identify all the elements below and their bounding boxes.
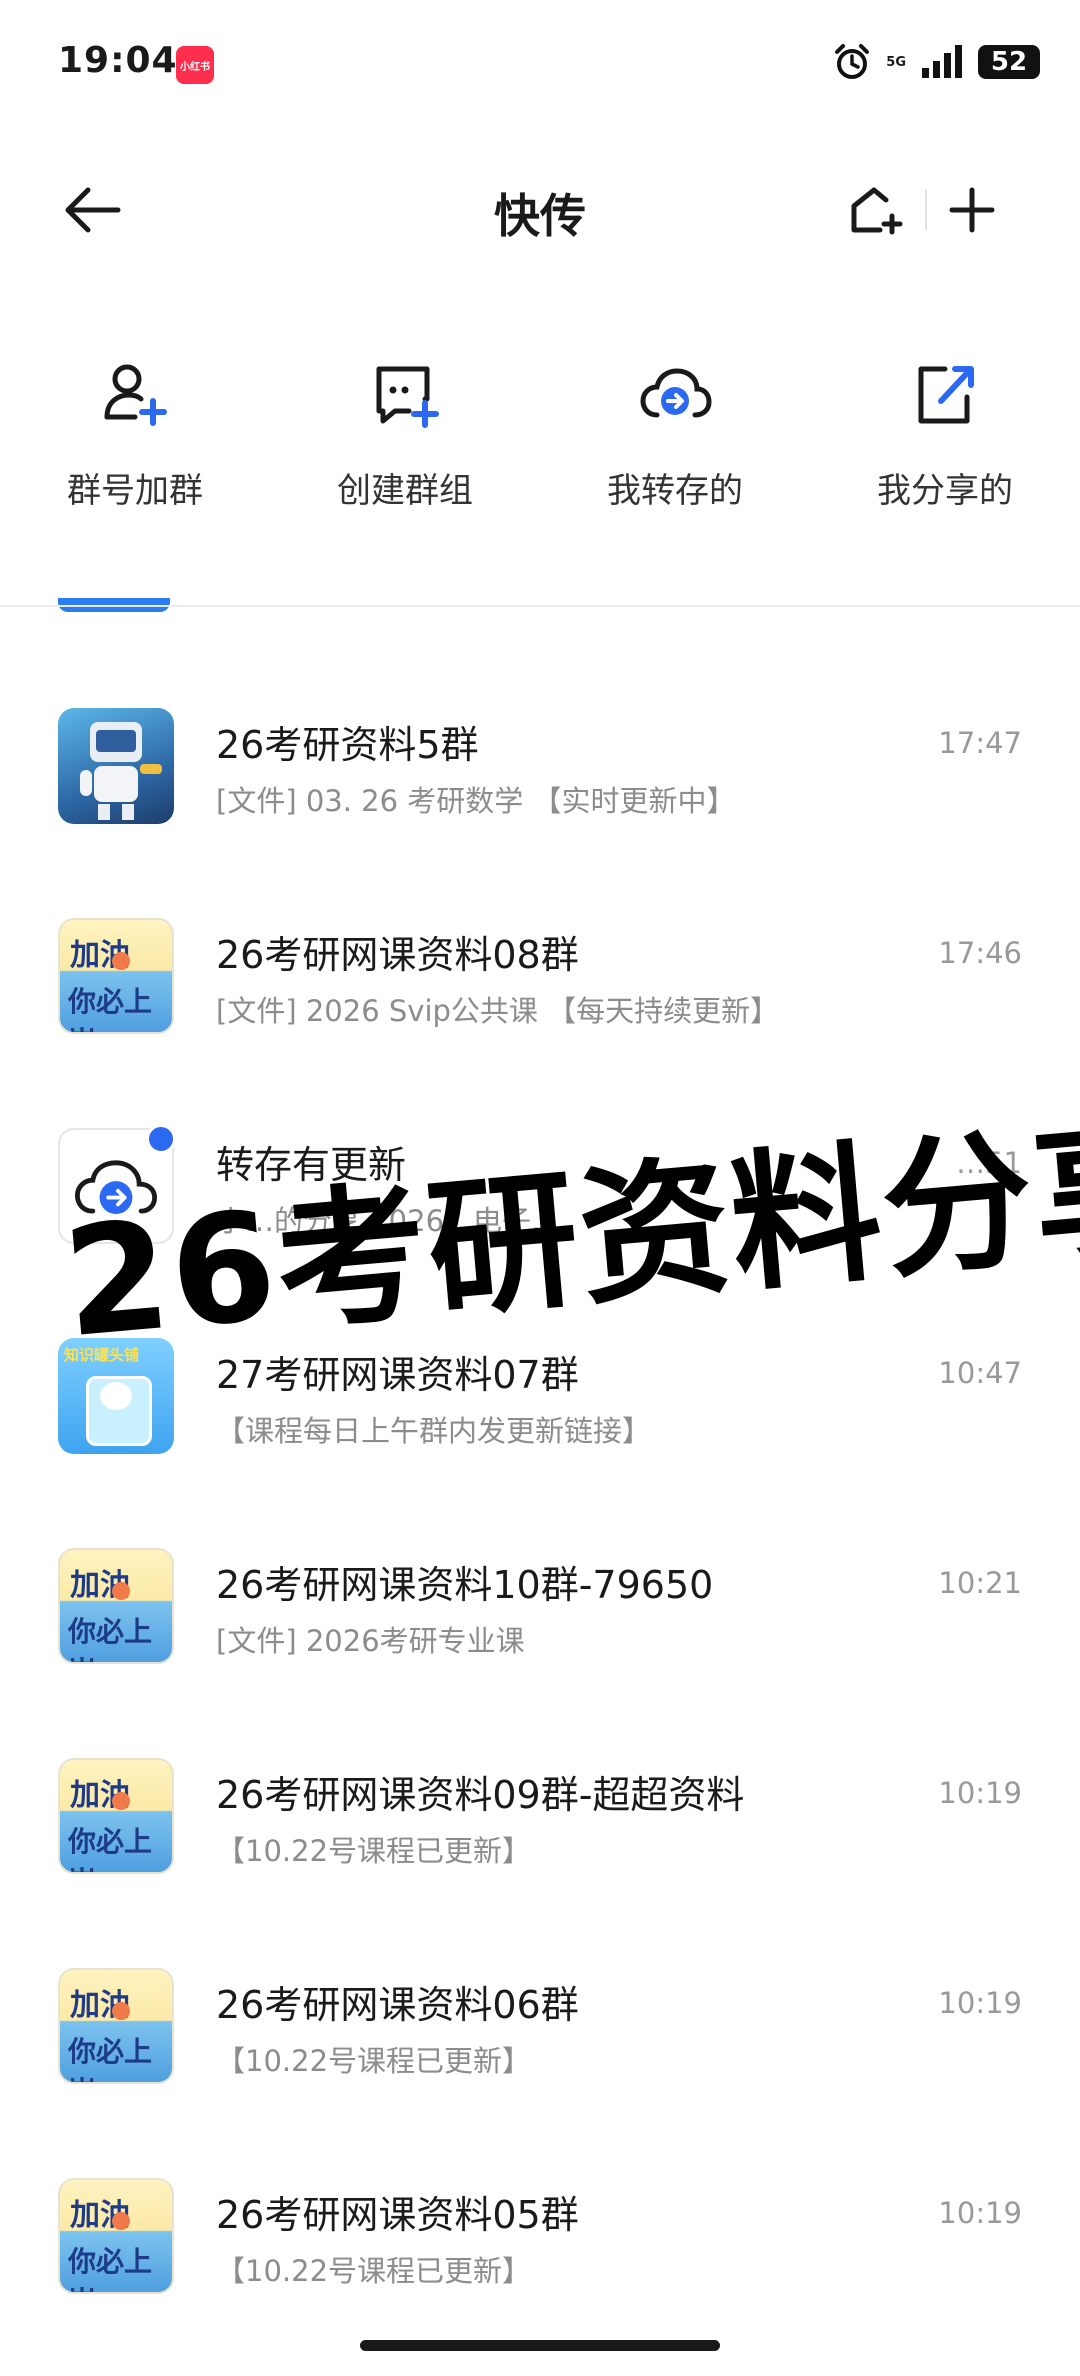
- sun-icon: [112, 2002, 130, 2020]
- action-label: 我转存的: [607, 471, 743, 511]
- status-icons: 5G 52: [832, 40, 1040, 84]
- item-time: 10:19: [938, 1776, 1022, 1810]
- action-my-shared[interactable]: 我分享的: [810, 355, 1080, 535]
- header-divider: [925, 190, 927, 230]
- item-subtitle: [文件] 03. 26 考研数学 【实时更新中】: [216, 784, 736, 818]
- item-subtitle: 【10.22号课程已更新】: [216, 2254, 532, 2288]
- item-time: 10:19: [938, 1986, 1022, 2020]
- avatar-text: 你必上岸: [68, 1615, 153, 1662]
- create-group-chat-icon: [376, 366, 439, 428]
- item-title: 26考研网课资料10群-79650: [216, 1563, 714, 1607]
- avatar-text: 你必上岸: [68, 2245, 153, 2292]
- group-list: 26考研资料5群 [文件] 03. 26 考研数学 【实时更新中】 17:47 …: [0, 660, 1080, 2340]
- xiaohongshu-app-icon: 小红书: [176, 46, 214, 84]
- item-time: 17:47: [938, 726, 1022, 760]
- avatar-text: 你必上岸: [68, 985, 153, 1032]
- list-item[interactable]: 加油 你必上岸 26考研网课资料05群 【10.22号课程已更新】 10:19: [0, 2130, 1080, 2340]
- list-item[interactable]: 加油 你必上岸 26考研网课资料09群-超超资料 【10.22号课程已更新】 1…: [0, 1710, 1080, 1920]
- home-indicator[interactable]: [360, 2340, 720, 2351]
- status-time: 19:04: [58, 40, 178, 81]
- status-bar: 19:04 小红书 5G 52: [0, 0, 1080, 130]
- robot-avatar-icon: [80, 722, 162, 820]
- item-title: 26考研网课资料05群: [216, 2193, 579, 2237]
- add-home-icon[interactable]: [846, 180, 910, 240]
- group-avatar: 加油 你必上岸: [58, 918, 174, 1034]
- sun-icon: [112, 952, 130, 970]
- list-item[interactable]: 加油 你必上岸 26考研网课资料06群 【10.22号课程已更新】 10:19: [0, 1920, 1080, 2130]
- item-time: 10:47: [938, 1356, 1022, 1390]
- sun-icon: [112, 2212, 130, 2230]
- unread-dot: [146, 1124, 176, 1154]
- avatar-text: 你必上岸: [68, 2035, 153, 2082]
- divider: [0, 605, 1080, 607]
- list-item[interactable]: 26考研资料5群 [文件] 03. 26 考研数学 【实时更新中】 17:47: [0, 660, 1080, 870]
- network-type: 5G: [886, 54, 906, 70]
- group-avatar: 加油 你必上岸: [58, 1548, 174, 1664]
- sun-icon: [112, 1792, 130, 1810]
- group-avatar: [58, 708, 174, 824]
- item-title: 26考研网课资料09群-超超资料: [216, 1773, 745, 1817]
- page-title: 快传: [494, 189, 586, 243]
- battery-icon: 52: [978, 45, 1040, 79]
- item-time: 17:46: [938, 936, 1022, 970]
- item-subtitle: [文件] 2026考研专业课: [216, 1624, 525, 1658]
- share-edit-icon: [918, 366, 974, 424]
- action-create-group[interactable]: 创建群组: [270, 355, 540, 535]
- action-label: 群号加群: [67, 471, 203, 511]
- list-item[interactable]: 加油 你必上岸 26考研网课资料10群-79650 [文件] 2026考研专业课…: [0, 1500, 1080, 1710]
- action-join-group[interactable]: 群号加群: [0, 355, 270, 535]
- mascot-icon: [100, 1382, 132, 1410]
- signal-icon: [922, 45, 962, 78]
- action-my-saved[interactable]: 我转存的: [540, 355, 810, 535]
- action-label: 我分享的: [877, 471, 1013, 511]
- quick-actions: 群号加群 创建群组 我转存的 我分享的: [0, 355, 1080, 535]
- group-avatar: 加油 你必上岸: [58, 1758, 174, 1874]
- item-time: 10:19: [938, 2196, 1022, 2230]
- plus-icon[interactable]: [940, 180, 1004, 240]
- item-title: 26考研网课资料08群: [216, 933, 579, 977]
- add-person-icon: [104, 364, 167, 426]
- item-subtitle: 【课程每日上午群内发更新链接】: [216, 1414, 652, 1448]
- action-label: 创建群组: [337, 471, 473, 511]
- cloud-transfer-icon: [640, 368, 712, 418]
- item-title: 26考研网课资料06群: [216, 1983, 579, 2027]
- sun-icon: [112, 1582, 130, 1600]
- avatar-text: 你必上岸: [68, 1825, 153, 1872]
- list-item[interactable]: 加油 你必上岸 26考研网课资料08群 [文件] 2026 Svip公共课 【每…: [0, 870, 1080, 1080]
- item-subtitle: 【10.22号课程已更新】: [216, 1834, 532, 1868]
- item-subtitle: [文件] 2026 Svip公共课 【每天持续更新】: [216, 994, 780, 1028]
- alarm-icon: [835, 44, 870, 79]
- group-avatar: 加油 你必上岸: [58, 2178, 174, 2294]
- item-subtitle: 【10.22号课程已更新】: [216, 2044, 532, 2078]
- top-bar: 快传: [0, 150, 1080, 270]
- group-avatar: 加油 你必上岸: [58, 1968, 174, 2084]
- item-time: 10:21: [938, 1566, 1022, 1600]
- item-title: 26考研资料5群: [216, 723, 479, 767]
